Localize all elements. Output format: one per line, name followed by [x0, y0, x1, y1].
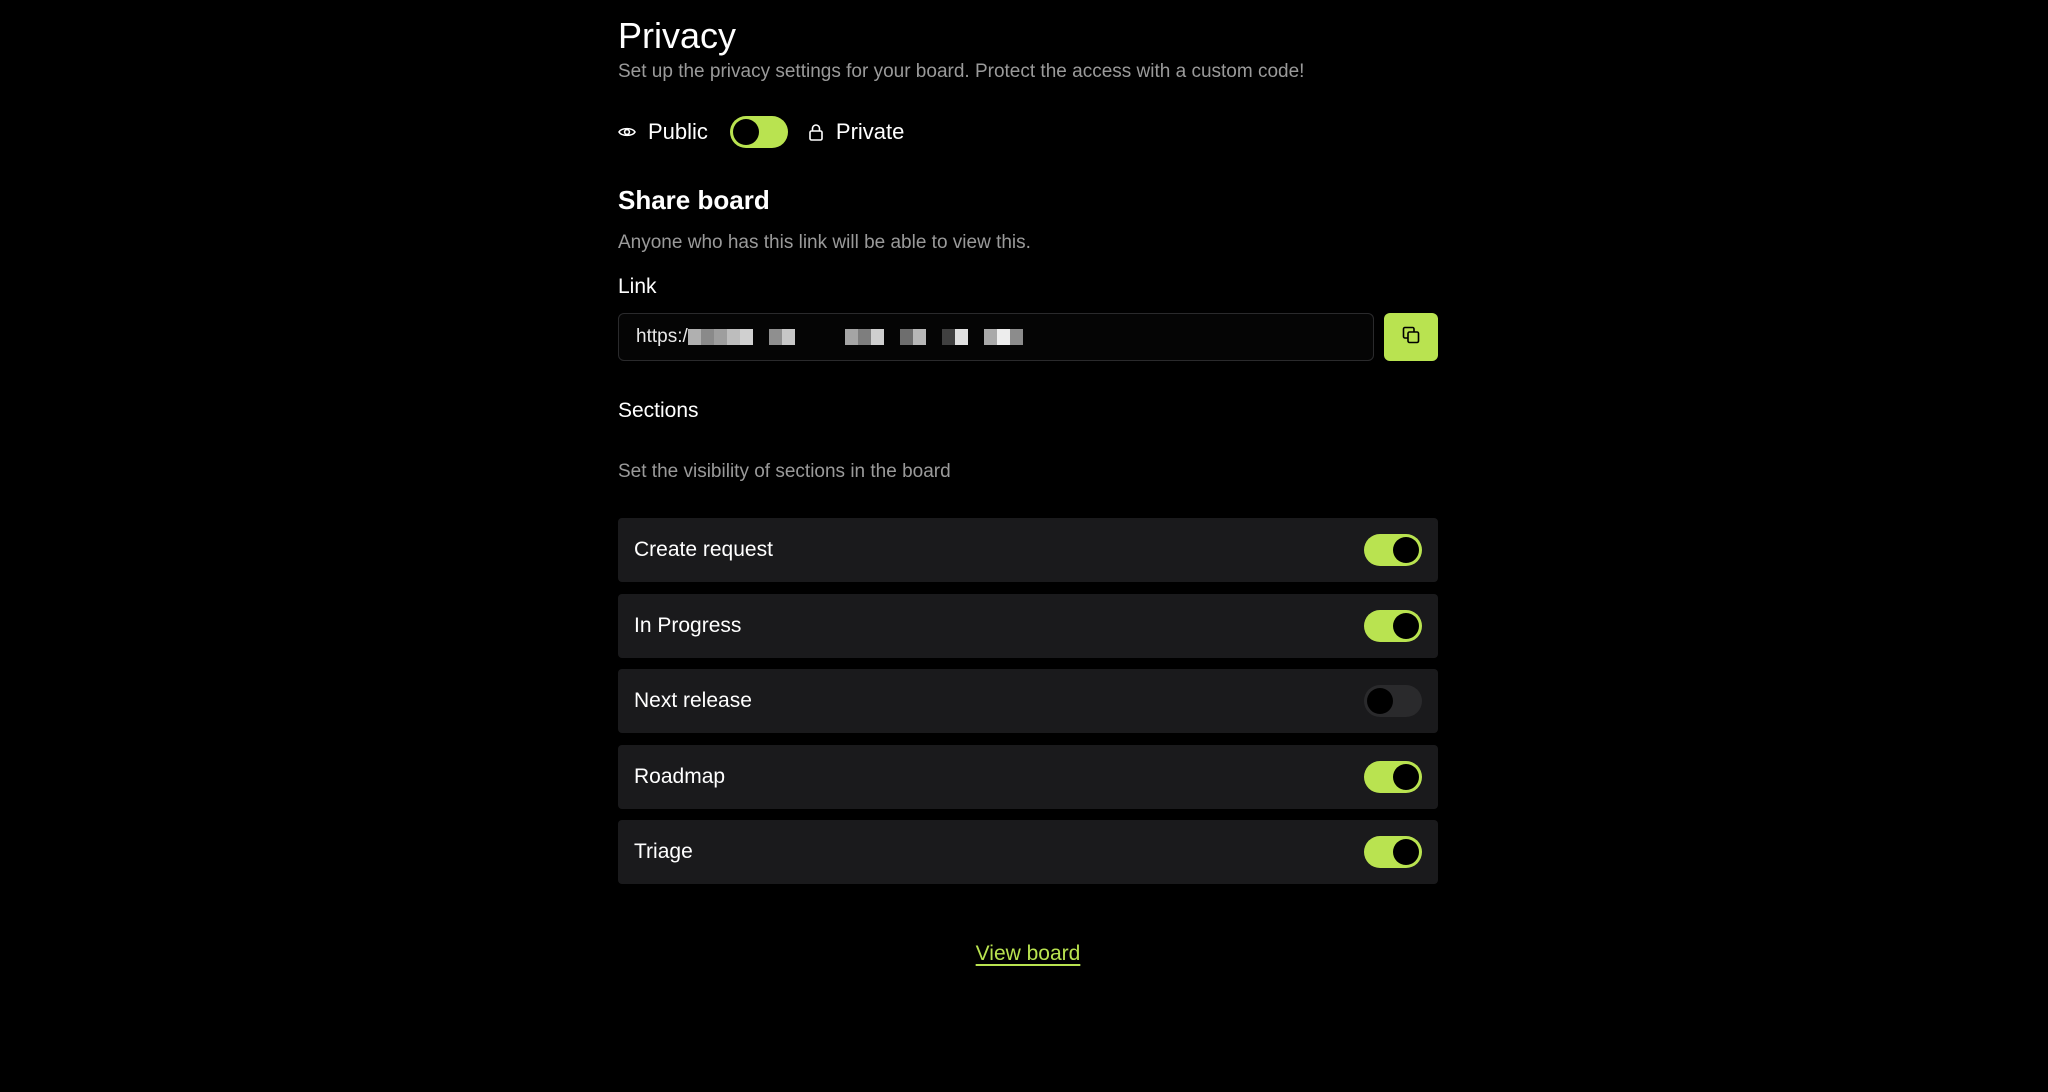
private-option[interactable]: Private: [808, 119, 904, 145]
copy-icon: [1401, 325, 1421, 350]
privacy-toggle[interactable]: [729, 116, 788, 148]
link-label: Link: [618, 275, 657, 298]
section-toggle-next-release[interactable]: [1364, 685, 1422, 717]
section-label: Roadmap: [634, 764, 726, 788]
section-row-in-progress: In Progress: [618, 593, 1438, 658]
privacy-subtitle: Set up the privacy settings for your boa…: [618, 61, 1305, 82]
page-title: Privacy: [618, 15, 737, 56]
view-board-link[interactable]: View board: [976, 942, 1081, 965]
section-row-create-request: Create request: [618, 518, 1438, 582]
share-board-description: Anyone who has this link will be able to…: [618, 232, 1031, 253]
section-label: In Progress: [634, 613, 742, 637]
privacy-toggle-knob: [732, 119, 759, 145]
copy-link-button[interactable]: [1384, 313, 1438, 361]
toggle-knob: [1367, 688, 1393, 714]
public-label: Public: [648, 119, 708, 144]
section-visibility-list: Create request In Progress Next release …: [618, 518, 1438, 896]
section-label: Create request: [634, 538, 773, 561]
toggle-knob: [1393, 537, 1419, 563]
sections-heading: Sections: [618, 399, 699, 422]
section-label: Next release: [634, 689, 752, 712]
private-label: Private: [835, 119, 905, 144]
toggle-knob: [1393, 839, 1419, 865]
section-row-triage: Triage: [618, 820, 1438, 884]
lock-icon: [808, 123, 824, 141]
section-label: Triage: [634, 840, 693, 863]
share-link-field[interactable]: https:/: [618, 313, 1374, 361]
privacy-settings-page: Privacy Set up the privacy settings for …: [0, 0, 2048, 1092]
redacted-link: [687, 329, 1023, 345]
section-toggle-in-progress[interactable]: [1364, 609, 1422, 642]
section-toggle-roadmap[interactable]: [1364, 760, 1422, 793]
eye-icon: [618, 125, 636, 139]
view-board-container: View board: [618, 940, 1438, 968]
share-link-text: https:/: [636, 326, 688, 347]
share-board-heading: Share board: [618, 185, 770, 215]
privacy-mode-switch: Public Private: [618, 114, 904, 150]
toggle-knob: [1393, 612, 1419, 639]
toggle-knob: [1393, 763, 1419, 790]
section-row-roadmap: Roadmap: [618, 744, 1438, 809]
section-toggle-create-request[interactable]: [1364, 534, 1422, 566]
sections-description: Set the visibility of sections in the bo…: [618, 461, 951, 482]
public-option[interactable]: Public: [618, 119, 708, 145]
section-toggle-triage[interactable]: [1364, 836, 1422, 868]
section-row-next-release: Next release: [618, 669, 1438, 733]
